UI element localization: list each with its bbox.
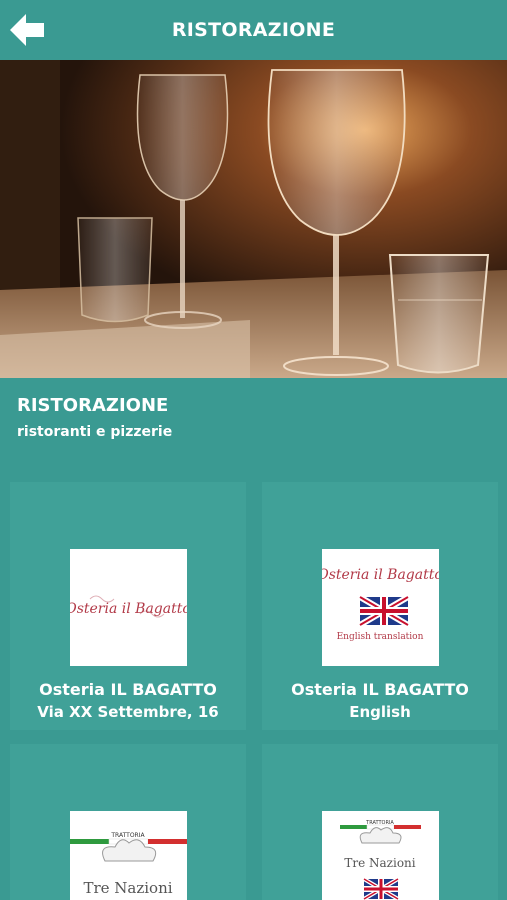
restaurant-card[interactable]: Osteria il Bagatto Osteria IL BAGATTO Vi… — [10, 482, 246, 730]
section-subtitle: ristoranti e pizzerie — [17, 424, 173, 440]
uk-flag-icon — [358, 594, 410, 628]
restaurant-logo: Osteria il Bagatto — [70, 549, 187, 666]
section-intro: RISTORAZIONE ristoranti e pizzerie — [17, 395, 172, 440]
restaurant-card[interactable]: TRATTORIA Tre Nazioni — [262, 744, 498, 900]
restaurant-logo: TRATTORIA Tre Nazioni — [322, 811, 439, 900]
logo-caption: English translation — [337, 632, 424, 642]
restaurant-logo: TRATTORIA Tre Nazioni — [70, 811, 187, 900]
logo-text: Tre Nazioni — [83, 879, 172, 897]
water-glass-left-icon — [77, 217, 153, 323]
logo-text: Tre Nazioni — [344, 856, 415, 870]
section-title: RISTORAZIONE — [17, 395, 169, 416]
page-title: RISTORAZIONE — [171, 19, 336, 41]
chef-hat-icon — [359, 827, 402, 844]
restaurant-name: Osteria IL BAGATTO — [39, 680, 217, 699]
restaurant-address: Via XX Settembre, 16 — [37, 703, 219, 721]
restaurant-name: Osteria IL BAGATTO — [291, 680, 469, 699]
restaurant-logo: Osteria il Bagatto English translation — [322, 549, 439, 666]
uk-flag-icon — [362, 877, 400, 900]
restaurant-language: English — [349, 703, 411, 721]
logo-text: Osteria il Bagatto — [322, 567, 439, 583]
water-glass-right-icon — [388, 254, 490, 374]
restaurant-card[interactable]: TRATTORIA Tre Nazioni — [10, 744, 246, 900]
logo-label: TRATTORIA — [365, 820, 394, 826]
restaurant-card[interactable]: Osteria il Bagatto English translation O… — [262, 482, 498, 730]
logo-label: TRATTORIA — [110, 832, 145, 839]
top-bar: RISTORAZIONE — [0, 0, 507, 60]
hero-image — [0, 60, 507, 378]
logo-text: Osteria il Bagatto — [70, 601, 187, 617]
